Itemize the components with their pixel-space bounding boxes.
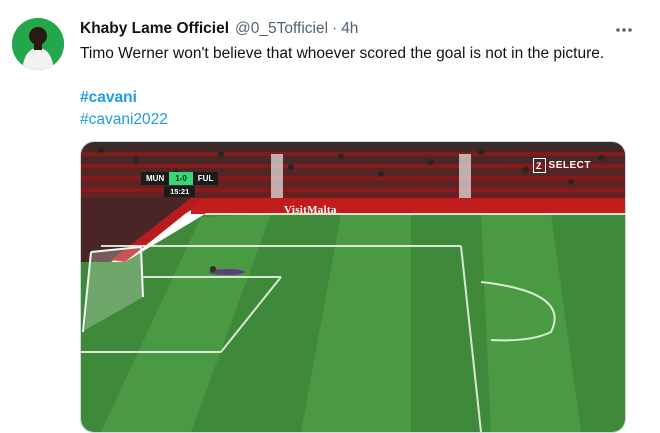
watermark-text: SELECT: [548, 160, 591, 171]
more-button[interactable]: [614, 20, 634, 40]
tweet-header: Khaby Lame Officiel @0_5Tofficiel · 4h: [80, 18, 358, 40]
score: 1-0: [169, 172, 193, 185]
timestamp[interactable]: 4h: [341, 20, 358, 38]
media-image[interactable]: MUN 1-0 FUL 15:21 VisitMalta Z SELECT: [80, 141, 626, 433]
avatar-image: [12, 18, 64, 70]
display-name[interactable]: Khaby Lame Officiel: [80, 20, 229, 38]
z-logo-icon: Z: [532, 158, 546, 173]
hashtag-link[interactable]: #cavani2022: [80, 108, 168, 131]
more-horizontal-icon: [616, 28, 632, 32]
match-clock: 15:21: [164, 186, 196, 197]
hashtag-link[interactable]: #cavani: [80, 86, 137, 109]
tweet-text: Timo Werner won't believe that whoever s…: [80, 45, 605, 62]
avatar[interactable]: [12, 18, 64, 70]
tweet-card[interactable]: Khaby Lame Officiel @0_5Tofficiel · 4h T…: [0, 0, 660, 433]
user-handle[interactable]: @0_5Tofficiel: [235, 20, 328, 38]
away-team: FUL: [192, 172, 219, 185]
separator-dot: ·: [332, 20, 338, 37]
home-team: MUN: [141, 172, 170, 185]
scoreboard: MUN 1-0 FUL 15:21: [141, 172, 219, 197]
ad-banner-text: VisitMalta: [284, 204, 337, 216]
broadcaster-watermark: Z SELECT: [532, 158, 591, 173]
